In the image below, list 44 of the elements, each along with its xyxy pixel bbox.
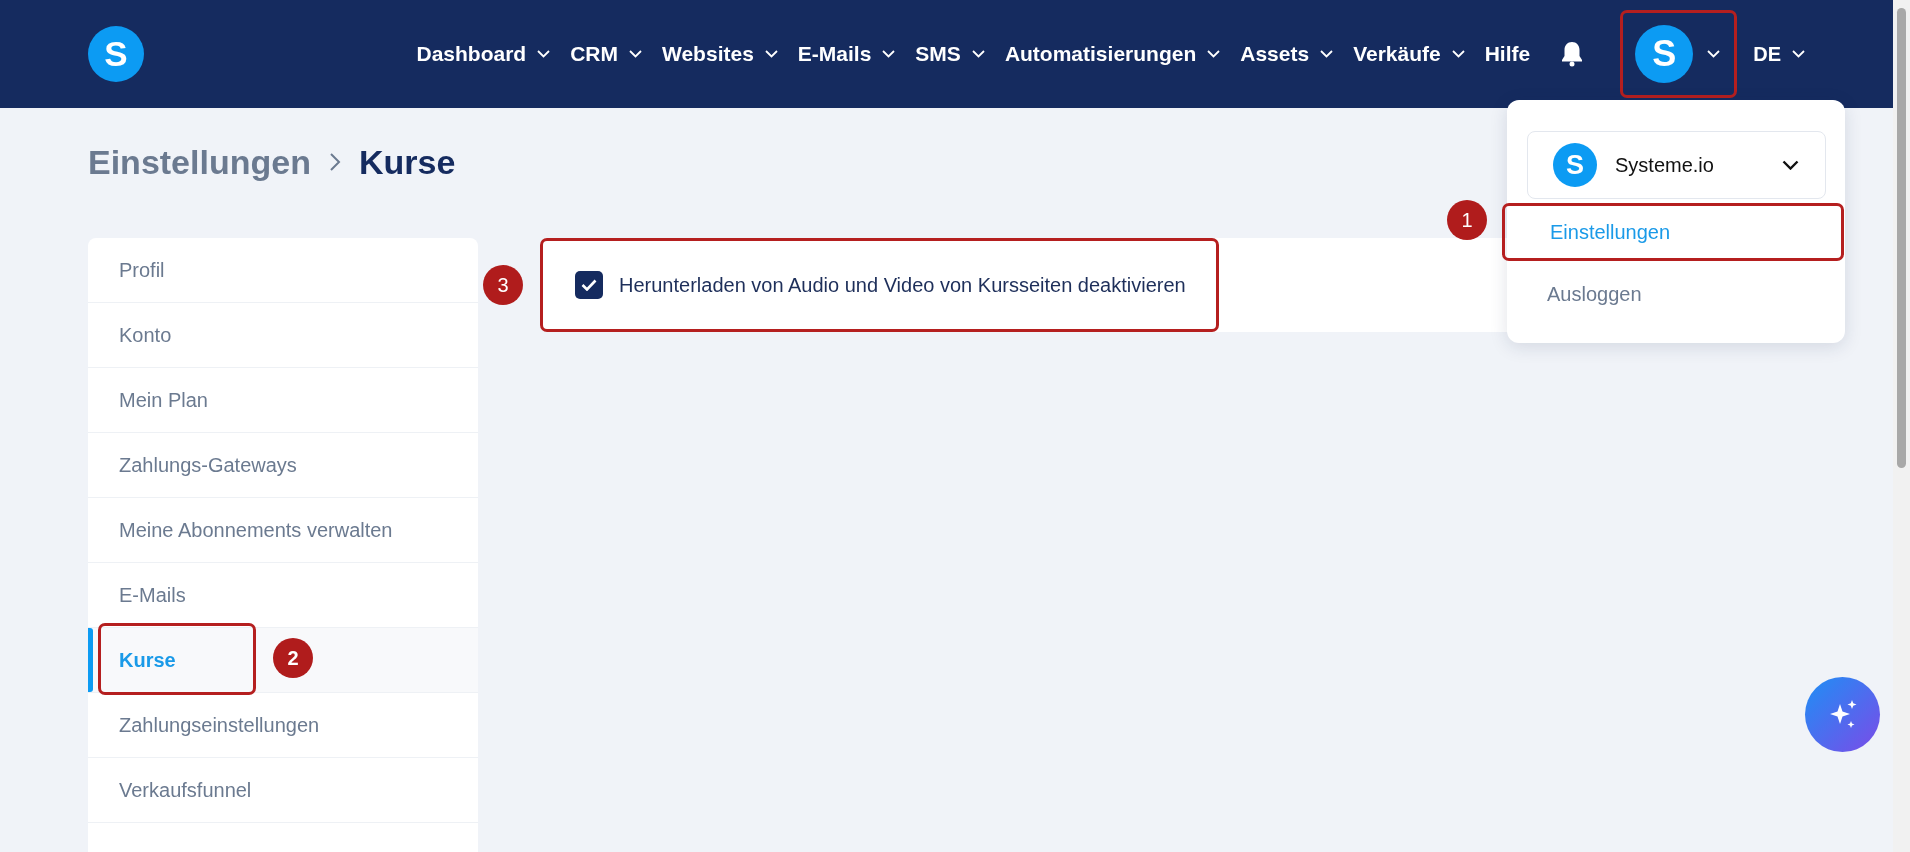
sidebar-item[interactable]: Konto — [88, 303, 478, 368]
checkbox[interactable] — [575, 271, 603, 299]
chevron-down-icon — [1451, 50, 1465, 58]
chevron-down-icon — [764, 50, 778, 58]
bell-icon[interactable] — [1560, 41, 1585, 67]
account-selector[interactable]: S Systeme.io — [1527, 131, 1826, 199]
chevron-down-icon — [971, 50, 985, 58]
breadcrumb-item: Kurse — [358, 142, 456, 182]
step-marker: 2 — [273, 638, 313, 678]
chevron-down-icon — [1782, 160, 1799, 170]
account-logo: S — [1553, 143, 1597, 187]
sidebar-item[interactable]: Zahlungs-Gateways — [88, 433, 478, 498]
nav-menu-item[interactable]: Websites — [662, 42, 778, 66]
step-marker: 3 — [483, 265, 523, 305]
nav-menu-item[interactable]: CRM — [570, 42, 642, 66]
nav-menu-item[interactable]: Automatisierungen — [1004, 42, 1221, 66]
sidebar-item[interactable]: Zahlungseinstellungen — [88, 693, 478, 758]
chevron-down-icon — [1707, 50, 1721, 58]
nav-menu-item[interactable]: Dashboard — [416, 42, 551, 66]
nav-menu-item[interactable]: Verkäufe — [1353, 42, 1465, 66]
menu-item[interactable]: Ausloggen — [1502, 265, 1844, 323]
scrollbar[interactable] — [1893, 0, 1910, 852]
step-marker: 1 — [1447, 200, 1487, 240]
chevron-down-icon — [537, 50, 551, 58]
checkmark-icon — [581, 279, 597, 291]
sidebar-item[interactable]: Profil — [88, 238, 478, 303]
sidebar-item[interactable]: Verkaufsfunnel — [88, 758, 478, 823]
nav-menu-item[interactable]: Assets — [1240, 42, 1334, 66]
chevron-down-icon — [1207, 50, 1221, 58]
checkbox-label[interactable]: Herunterladen von Audio und Video von Kursseiten deaktivieren — [619, 273, 1186, 297]
language-selector[interactable]: DE — [1753, 42, 1805, 66]
nav-menu-item[interactable]: SMS — [915, 42, 985, 66]
logo: S — [88, 26, 144, 82]
chevron-down-icon — [629, 50, 642, 58]
nav-menu-item[interactable]: Hilfe — [1484, 42, 1531, 66]
chevron-down-icon — [882, 50, 896, 58]
chevron-right-icon — [328, 152, 341, 172]
chevron-down-icon — [1320, 50, 1334, 58]
breadcrumb-item[interactable]: Einstellungen — [88, 142, 311, 182]
nav-menu-item[interactable]: E-Mails — [797, 42, 896, 66]
sidebar-item[interactable]: Meine Abonnements verwalten — [88, 498, 478, 563]
chevron-down-icon — [1792, 50, 1805, 58]
sidebar-item[interactable]: Mein Plan — [88, 368, 478, 433]
avatar: S — [1635, 25, 1694, 83]
